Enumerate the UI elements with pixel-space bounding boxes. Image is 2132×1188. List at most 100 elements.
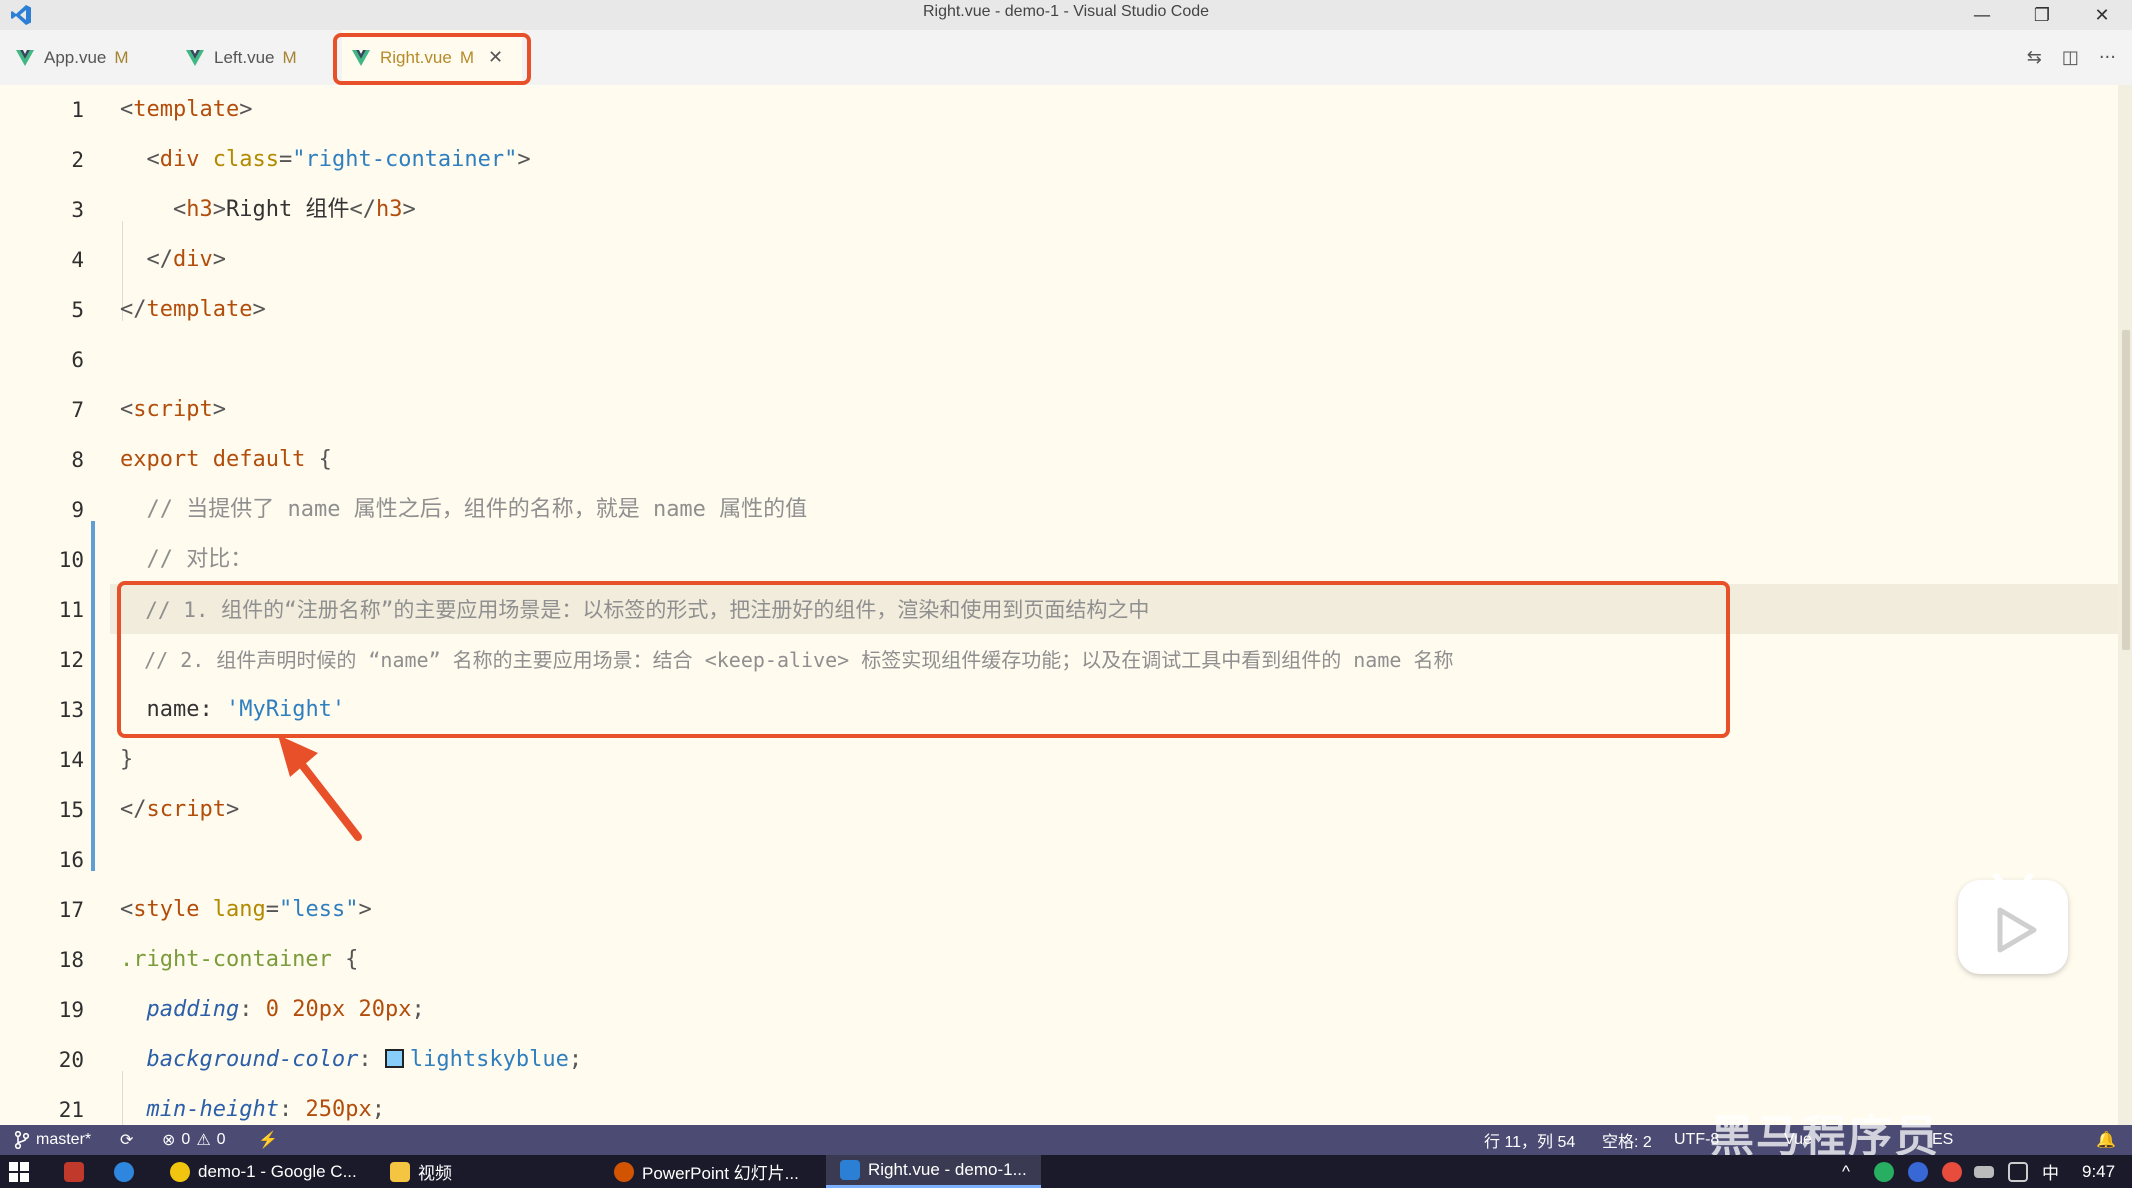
code-line: 3 <h3>Right 组件</h3>: [0, 185, 2120, 235]
code-comment: // 当提供了 name 属性之后，组件的名称，就是 name 属性的值: [120, 497, 808, 522]
code-text: </template>: [120, 297, 266, 322]
git-branch[interactable]: master*: [14, 1125, 91, 1155]
annotation-arrow-icon: [278, 735, 362, 841]
scrollbar-thumb[interactable]: [2122, 330, 2130, 650]
line-number: 4: [71, 248, 84, 272]
input-method-indicator[interactable]: 中: [2042, 1155, 2059, 1188]
vue-file-icon: [186, 49, 204, 66]
code-line: 10 // 对比：: [0, 535, 2120, 585]
code-text: <style lang="less">: [120, 897, 372, 922]
taskbar-item-chrome[interactable]: demo-1 - Google C...: [160, 1155, 367, 1188]
code-line: 8 export default {: [0, 435, 2120, 485]
line-number: 14: [58, 748, 84, 772]
lightning-icon[interactable]: ⚡: [258, 1125, 278, 1155]
more-actions-icon[interactable]: ···: [2099, 47, 2116, 68]
code-text: padding: 0 20px 20px;: [146, 997, 425, 1022]
window-title: Right.vue - demo-1 - Visual Studio Code: [922, 3, 1210, 20]
restore-button[interactable]: ❐: [2012, 0, 2072, 30]
problems-indicator[interactable]: ⊗ 0 ⚠ 0: [162, 1125, 226, 1155]
warning-count: 0: [216, 1131, 226, 1148]
folder-icon: [390, 1161, 410, 1182]
windows-logo-icon: [9, 1161, 29, 1182]
code-line: 1 <template>: [0, 85, 2120, 135]
windows-start-icon[interactable]: [8, 1155, 34, 1188]
line-number: 20: [58, 1048, 84, 1072]
code-line: 7 <script>: [0, 385, 2120, 435]
line-number: 7: [71, 398, 84, 422]
sync-icon[interactable]: ⟳: [120, 1125, 133, 1155]
taskbar-item-vscode[interactable]: Right.vue - demo-1...: [826, 1155, 1041, 1188]
code-line: 9 // 当提供了 name 属性之后，组件的名称，就是 name 属性的值: [0, 485, 2120, 535]
code-text: </script>: [120, 797, 240, 822]
error-count: 0: [181, 1131, 191, 1148]
line-number: 16: [58, 848, 84, 872]
code-text: .right-container {: [120, 947, 359, 972]
compare-changes-icon[interactable]: ⇆: [2027, 47, 2042, 68]
line-number: 2: [71, 148, 84, 172]
warning-icon: ⚠: [196, 1132, 211, 1149]
tray-network-icon[interactable]: [2008, 1155, 2028, 1188]
browser-app-icon[interactable]: [114, 1155, 134, 1188]
code-text: </div>: [146, 247, 227, 272]
modified-indicator: M: [114, 47, 129, 67]
code-line: 4 </div>: [0, 235, 2120, 285]
cursor-position[interactable]: 行 11，列 54: [1484, 1125, 1575, 1155]
tab-highlight-box: [333, 33, 531, 85]
code-line: 20 background-color: lightskyblue;: [0, 1035, 2120, 1085]
code-line: 5 </template>: [0, 285, 2120, 335]
code-text: <h3>Right 组件</h3>: [172, 197, 416, 222]
code-text: <div class="right-container">: [146, 147, 531, 172]
vue-file-icon: [16, 49, 34, 66]
line-number: 9: [71, 498, 84, 522]
git-branch-icon: [14, 1131, 30, 1149]
close-window-button[interactable]: ✕: [2072, 0, 2132, 30]
modified-indicator: M: [282, 47, 297, 67]
video-play-button[interactable]: [1958, 873, 2068, 974]
editor-tab-bar: App.vue M Left.vue M Right.vue M ✕: [0, 30, 2132, 85]
tab-app-vue[interactable]: App.vue M: [10, 30, 170, 85]
taskbar-item-powerpoint[interactable]: PowerPoint 幻灯片...: [604, 1155, 809, 1188]
vscode-icon: [840, 1160, 860, 1180]
tray-app-icon[interactable]: [1874, 1155, 1894, 1188]
line-number: 1: [71, 98, 84, 122]
line-number: 6: [71, 348, 84, 372]
code-line: 17 <style lang="less">: [0, 885, 2120, 935]
line-number: 15: [58, 798, 84, 822]
line-number: 18: [58, 948, 84, 972]
notifications-bell-icon[interactable]: 🔔: [2096, 1125, 2116, 1155]
powerpoint-icon: [614, 1161, 634, 1182]
line-number: 11: [58, 598, 84, 622]
minimize-button[interactable]: —: [1952, 0, 2012, 30]
line-number: 5: [71, 298, 84, 322]
tray-battery-icon[interactable]: [1974, 1155, 1994, 1188]
windows-taskbar: demo-1 - Google C... 视频 PowerPoint 幻灯片..…: [0, 1155, 2132, 1188]
color-swatch[interactable]: [384, 1049, 404, 1068]
code-line: 2 <div class="right-container">: [0, 135, 2120, 185]
taskbar-item-folder[interactable]: 视频: [380, 1155, 462, 1188]
title-bar: Right.vue - demo-1 - Visual Studio Code …: [0, 0, 2132, 30]
tray-bluetooth-icon[interactable]: [1908, 1155, 1928, 1188]
split-editor-icon[interactable]: ◫: [2062, 47, 2079, 68]
indentation[interactable]: 空格: 2: [1602, 1125, 1652, 1155]
code-line: 6: [0, 335, 2120, 385]
play-icon: [1993, 873, 2037, 953]
code-comment: // 对比：: [120, 547, 253, 572]
tray-overflow-icon[interactable]: ^: [1842, 1155, 1850, 1188]
tab-left-vue[interactable]: Left.vue M: [180, 30, 335, 85]
line-number: 8: [71, 448, 84, 472]
code-text: <script>: [120, 397, 226, 422]
line-number: 10: [58, 548, 84, 572]
code-text: background-color: lightskyblue;: [146, 1047, 583, 1072]
chrome-icon: [170, 1161, 190, 1182]
code-highlight-box: [117, 581, 1730, 738]
pinned-app-icon[interactable]: [64, 1155, 84, 1188]
line-number: 19: [58, 998, 84, 1022]
code-text: <template>: [120, 97, 253, 122]
error-icon: ⊗: [162, 1132, 176, 1149]
tray-record-icon[interactable]: [1942, 1155, 1962, 1188]
system-clock[interactable]: 9:47: [2082, 1155, 2115, 1188]
code-text: export default {: [120, 447, 332, 472]
branch-name: master*: [36, 1131, 92, 1148]
line-number: 13: [58, 698, 84, 722]
editor-scrollbar[interactable]: [2118, 85, 2132, 1125]
